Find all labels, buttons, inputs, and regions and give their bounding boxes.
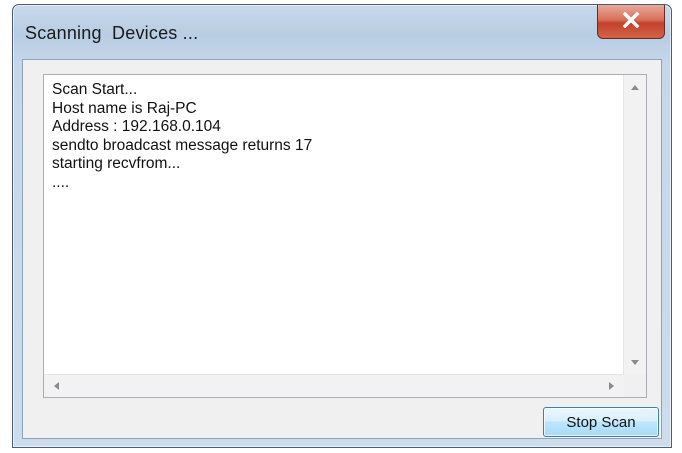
horizontal-scrollbar[interactable] [44,374,624,397]
title-bar[interactable]: Scanning Devices ... [13,5,671,59]
scroll-down-arrow-icon[interactable] [631,360,639,365]
vertical-scrollbar[interactable] [623,75,646,375]
scan-log-text[interactable]: Scan Start... Host name is Raj-PC Addres… [52,81,620,373]
scrollbar-corner [624,375,646,397]
scroll-right-arrow-icon[interactable] [609,382,614,390]
close-button[interactable] [597,5,665,39]
stop-scan-button[interactable]: Stop Scan [543,407,659,437]
dialog-client-area: Scan Start... Host name is Raj-PC Addres… [22,59,662,439]
scroll-left-arrow-icon[interactable] [54,382,59,390]
close-x-icon [622,11,640,32]
window-title: Scanning Devices ... [25,23,199,43]
scroll-up-arrow-icon[interactable] [631,85,639,90]
scan-log-textarea[interactable]: Scan Start... Host name is Raj-PC Addres… [43,74,647,398]
scanning-devices-dialog: Scanning Devices ... Scan Start... Host … [12,4,672,448]
